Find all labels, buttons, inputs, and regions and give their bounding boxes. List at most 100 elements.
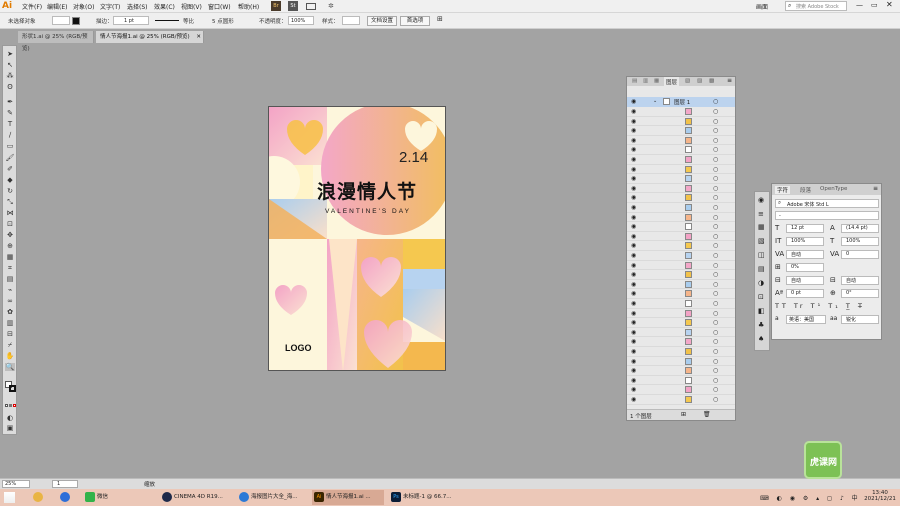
aki-left-field[interactable]: 自动: [786, 276, 824, 285]
layer-name[interactable]: 图层 1: [674, 98, 690, 106]
type-tool-icon[interactable]: T: [5, 120, 15, 128]
trash-icon[interactable]: 🗑: [703, 411, 711, 418]
character-rotation-field[interactable]: 0°: [841, 289, 879, 298]
visibility-eye-icon[interactable]: ◉: [631, 367, 636, 374]
stroke-style[interactable]: 等比: [183, 17, 194, 25]
target-circle-icon[interactable]: ○: [713, 233, 718, 240]
layer-row[interactable]: ◉ ○: [627, 289, 735, 299]
target-circle-icon[interactable]: ○: [713, 146, 718, 153]
visibility-eye-icon[interactable]: ◉: [631, 348, 636, 355]
visibility-eye-icon[interactable]: ◉: [631, 281, 636, 288]
layer-row[interactable]: ◉ ○: [627, 155, 735, 165]
puppet-warp-icon[interactable]: ✥: [5, 231, 15, 239]
shaper-tool-icon[interactable]: ✐: [5, 165, 15, 173]
menu-window[interactable]: 窗口(W): [208, 2, 231, 11]
target-circle-icon[interactable]: ○: [713, 242, 718, 249]
opacity-field[interactable]: 100%: [288, 16, 314, 25]
panel-tab-icon[interactable]: ▧: [685, 78, 690, 84]
current-tool-status[interactable]: 缩放: [144, 480, 155, 488]
layer-row[interactable]: ◉ ○: [627, 222, 735, 232]
layer-row[interactable]: ◉ ○: [627, 107, 735, 117]
visibility-eye-icon[interactable]: ◉: [631, 242, 636, 249]
tab-character[interactable]: 字符: [775, 186, 791, 194]
layer-row[interactable]: ◉ ○: [627, 366, 735, 376]
graph-tool-icon[interactable]: ▥: [5, 319, 15, 327]
target-circle-icon[interactable]: ○: [713, 386, 718, 393]
kerning-field[interactable]: 自动: [786, 250, 824, 259]
color-panel-icon[interactable]: ◉: [758, 196, 764, 204]
preferences-button[interactable]: 首选项: [400, 16, 430, 26]
artboard-tool-icon[interactable]: ⊟: [5, 330, 15, 338]
target-circle-icon[interactable]: ○: [713, 367, 718, 374]
visibility-eye-icon[interactable]: ◉: [631, 377, 636, 384]
lasso-icon[interactable]: ʘ: [5, 83, 15, 91]
visibility-eye-icon[interactable]: ◉: [631, 262, 636, 269]
close-icon[interactable]: ✕: [886, 0, 893, 9]
brush-definition[interactable]: 5 点圆形: [212, 17, 234, 25]
width-tool-icon[interactable]: ⋈: [5, 209, 15, 217]
scale-tool-icon[interactable]: ⤡: [5, 198, 15, 206]
menu-edit[interactable]: 编辑(E): [47, 2, 67, 11]
visibility-eye-icon[interactable]: ◉: [631, 310, 636, 317]
chevron-down-icon[interactable]: ⌄: [653, 98, 657, 104]
tab-paragraph[interactable]: 段落: [800, 186, 811, 194]
panel-tab-icon[interactable]: ▥: [643, 78, 648, 84]
target-circle-icon[interactable]: ○: [713, 185, 718, 192]
none-mode-icon[interactable]: [13, 404, 16, 407]
mesh-tool-icon[interactable]: ⌗: [5, 264, 15, 272]
target-circle-icon[interactable]: ○: [713, 338, 718, 345]
language-select[interactable]: 英语：美国: [786, 315, 826, 324]
stock-icon[interactable]: St: [288, 1, 298, 11]
menu-file[interactable]: 文件(F): [22, 2, 42, 11]
artboard-navigator[interactable]: 1: [52, 480, 78, 488]
browser-icon[interactable]: [60, 492, 70, 502]
panel-tab-icon[interactable]: ▨: [697, 78, 702, 84]
graphic-style-swatch[interactable]: [342, 16, 360, 25]
tracking-field[interactable]: 0: [841, 250, 879, 259]
taskbar-photoshop[interactable]: Ps 未标题-1 @ 66.7...: [389, 490, 461, 505]
layer-row[interactable]: ◉ ○: [627, 318, 735, 328]
brushes-panel-icon[interactable]: ♠: [758, 335, 764, 343]
bridge-icon[interactable]: Br: [271, 1, 281, 11]
zoom-field[interactable]: 25%: [2, 480, 30, 488]
curvature-tool-icon[interactable]: ✎: [5, 109, 15, 117]
stock-search-input[interactable]: ⌕ 搜索 Adobe Stock: [785, 1, 847, 11]
taskbar-browser-poster[interactable]: 海报图片大全_海...: [237, 490, 309, 505]
layer-row[interactable]: ◉ ○: [627, 232, 735, 242]
baseline-shift-field[interactable]: 0 pt: [786, 289, 824, 298]
font-size-field[interactable]: 12 pt: [786, 224, 824, 233]
menu-effect[interactable]: 效果(C): [154, 2, 175, 11]
layer-row[interactable]: ◉ ○: [627, 337, 735, 347]
color-mode-icon[interactable]: [5, 404, 8, 407]
panel-tab-icon[interactable]: ▩: [709, 78, 714, 84]
layer-row[interactable]: ◉ ○: [627, 193, 735, 203]
target-circle-icon[interactable]: ○: [713, 319, 718, 326]
screen-mode-icon[interactable]: ▣: [5, 424, 15, 432]
line-tool-icon[interactable]: ∕: [5, 131, 15, 139]
hand-tool-icon[interactable]: ✋: [5, 352, 15, 360]
workspace-switcher[interactable]: 画面: [756, 2, 768, 11]
symbol-sprayer-icon[interactable]: ✿: [5, 308, 15, 316]
text-style-buttons-icon[interactable]: TT Tr T¹ T₁ T̲ T̶: [775, 302, 865, 310]
target-circle-icon[interactable]: ○: [713, 108, 718, 115]
tab-shape-doc[interactable]: 形状1.ai @ 25% (RGB/预览): [18, 31, 94, 52]
visibility-eye-icon[interactable]: ◉: [631, 118, 636, 125]
target-circle-icon[interactable]: ○: [713, 204, 718, 211]
horizontal-scale-field[interactable]: 100%: [841, 237, 879, 246]
visibility-eye-icon[interactable]: ◉: [631, 127, 636, 134]
layer-row[interactable]: ◉ ○: [627, 184, 735, 194]
panel-tab-icon[interactable]: ▤: [632, 78, 637, 84]
rotate-tool-icon[interactable]: ↻: [5, 187, 15, 195]
layer-row-main[interactable]: ◉ ⌄ 图层 1 ○: [627, 97, 735, 107]
graphic-styles-icon[interactable]: ◑: [758, 279, 764, 287]
layer-row[interactable]: ◉ ○: [627, 145, 735, 155]
visibility-eye-icon[interactable]: ◉: [631, 137, 636, 144]
visibility-eye-icon[interactable]: ◉: [631, 290, 636, 297]
rectangle-tool-icon[interactable]: ▭: [5, 142, 15, 150]
tab-valentine-poster[interactable]: 情人节海报1.ai @ 25% (RGB/预览) ✕: [96, 31, 204, 43]
target-circle-icon[interactable]: ○: [713, 137, 718, 144]
target-circle-icon[interactable]: ○: [713, 290, 718, 297]
tab-opentype[interactable]: OpenType: [820, 186, 847, 192]
stroke-panel-icon[interactable]: ≡: [758, 210, 764, 218]
pathfinder-icon[interactable]: ◧: [758, 307, 765, 315]
